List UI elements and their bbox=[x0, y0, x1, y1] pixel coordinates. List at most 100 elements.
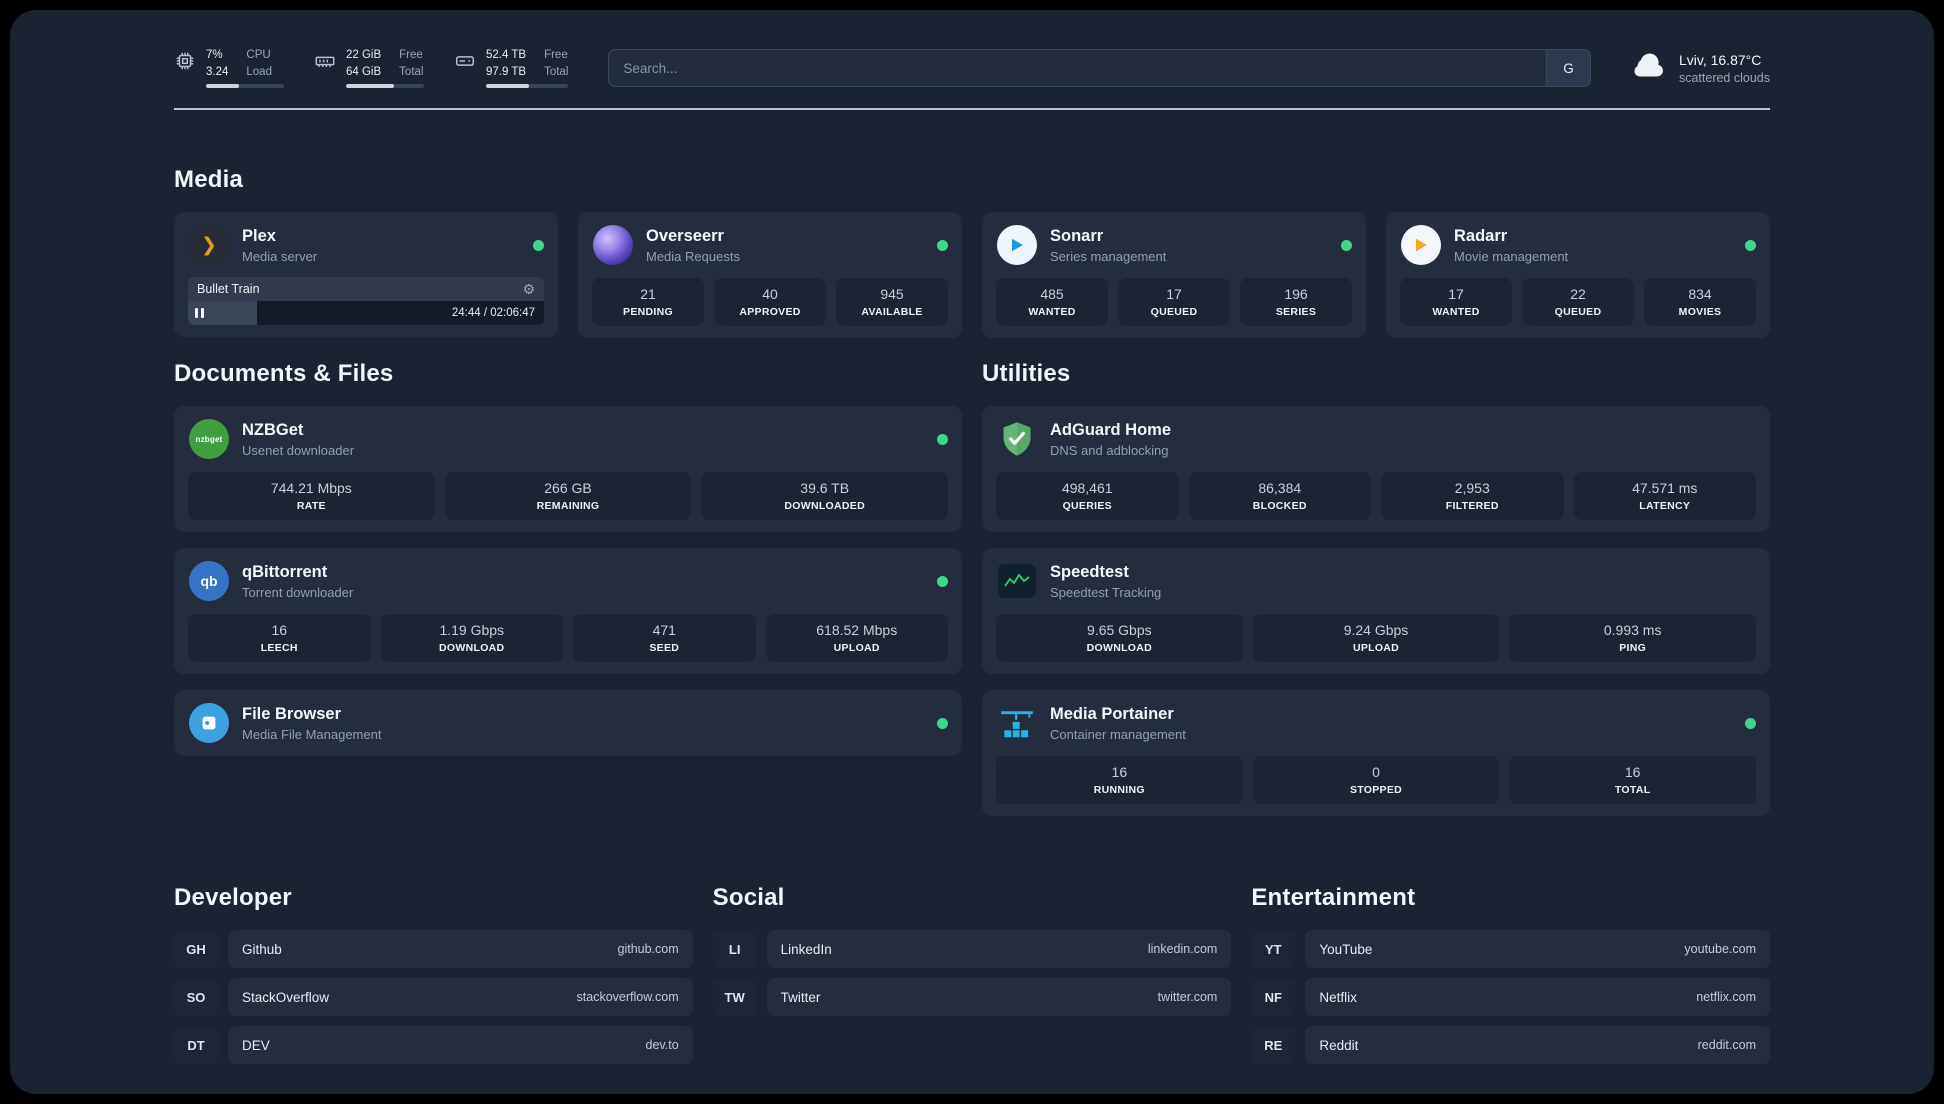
cpu-progress-bar bbox=[206, 83, 284, 88]
cpu-widget: 7% 3.24 CPU Load bbox=[174, 48, 284, 88]
stat-tile: 22 QUEUED bbox=[1522, 278, 1634, 326]
memory-progress-bar bbox=[346, 83, 424, 88]
bookmark-abbr: RE bbox=[1251, 1026, 1296, 1064]
service-description: Movie management bbox=[1454, 248, 1569, 264]
section-utilities: Utilities AdGuard Home DNS and adblockin… bbox=[982, 360, 1770, 816]
section-developer: Developer GH Github github.com SO StackO… bbox=[174, 884, 693, 1064]
stat-tile: 266 GB REMAINING bbox=[444, 472, 692, 520]
bookmark-netflix[interactable]: NF Netflix netflix.com bbox=[1251, 978, 1770, 1016]
service-card-portainer[interactable]: Media Portainer Container management 16 … bbox=[982, 690, 1770, 816]
stat-tile: 16 RUNNING bbox=[996, 756, 1243, 804]
bookmark-reddit[interactable]: RE Reddit reddit.com bbox=[1251, 1026, 1770, 1064]
service-card-speedtest[interactable]: Speedtest Speedtest Tracking 9.65 Gbps D… bbox=[982, 548, 1770, 674]
cpu-usage-value: 7% bbox=[206, 49, 223, 62]
bookmark-dev[interactable]: DT DEV dev.to bbox=[174, 1026, 693, 1064]
search-input[interactable] bbox=[609, 50, 1546, 86]
disk-widget: 52.4 TB 97.9 TB Free Total bbox=[454, 48, 569, 88]
service-card-radarr[interactable]: Radarr Movie management 17 WANTED 22 QUE… bbox=[1386, 212, 1770, 338]
topbar-divider bbox=[174, 108, 1770, 110]
section-entertainment: Entertainment YT YouTube youtube.com NF … bbox=[1251, 884, 1770, 1064]
filebrowser-icon bbox=[188, 702, 230, 744]
service-description: Media File Management bbox=[242, 726, 382, 742]
bookmark-name: YouTube bbox=[1319, 941, 1373, 957]
disk-free-value: 52.4 TB bbox=[486, 49, 527, 62]
search-provider-button[interactable]: G bbox=[1545, 50, 1590, 86]
stat-tile: 2,953 FILTERED bbox=[1381, 472, 1564, 520]
cpu-label: CPU bbox=[246, 49, 271, 62]
stat-tile: 485 WANTED bbox=[996, 278, 1108, 326]
status-online-dot bbox=[1745, 717, 1756, 729]
service-description: Series management bbox=[1050, 248, 1167, 264]
service-card-adguard[interactable]: AdGuard Home DNS and adblocking 498,461 … bbox=[982, 406, 1770, 532]
service-description: Media server bbox=[242, 248, 318, 264]
bookmark-name: Netflix bbox=[1319, 989, 1357, 1005]
stat-tile: 498,461 QUERIES bbox=[996, 472, 1179, 520]
bookmark-domain: reddit.com bbox=[1697, 1038, 1756, 1052]
bookmark-name: StackOverflow bbox=[242, 989, 330, 1005]
disk-progress-bar bbox=[486, 83, 569, 88]
stat-tile: 39.6 TB DOWNLOADED bbox=[701, 472, 949, 520]
service-description: DNS and adblocking bbox=[1050, 442, 1169, 458]
memory-widget: 22 GiB 64 GiB Free Total bbox=[314, 48, 424, 88]
stat-tile: 9.65 Gbps DOWNLOAD bbox=[996, 614, 1243, 662]
bookmark-domain: twitter.com bbox=[1157, 990, 1218, 1004]
pause-button[interactable] bbox=[195, 308, 204, 318]
bookmark-name: Github bbox=[242, 941, 282, 957]
bookmark-github[interactable]: GH Github github.com bbox=[174, 930, 693, 968]
system-resources: 7% 3.24 CPU Load 22 GiB 64 GiB Free Tota… bbox=[174, 48, 569, 88]
service-card-nzbget[interactable]: nzbget NZBGet Usenet downloader 744.21 M… bbox=[174, 406, 962, 532]
service-title: Sonarr bbox=[1050, 226, 1104, 245]
service-title: File Browser bbox=[242, 704, 342, 723]
bookmark-name: Reddit bbox=[1319, 1037, 1359, 1053]
bookmark-name: DEV bbox=[242, 1037, 270, 1053]
service-description: Container management bbox=[1050, 726, 1186, 742]
overseerr-icon bbox=[592, 224, 634, 266]
stat-tile: 47.571 ms LATENCY bbox=[1573, 472, 1756, 520]
stat-tile: 9.24 Gbps UPLOAD bbox=[1252, 614, 1500, 662]
status-online-dot bbox=[1341, 239, 1352, 251]
service-card-plex[interactable]: ❯ Plex Media server Bullet Train ⚙ 24:44… bbox=[174, 212, 558, 337]
section-title-utilities: Utilities bbox=[982, 360, 1071, 387]
weather-description: scattered clouds bbox=[1678, 70, 1770, 85]
service-title: Plex bbox=[242, 226, 276, 245]
gear-icon[interactable]: ⚙ bbox=[522, 282, 535, 296]
service-card-qbittorrent[interactable]: qb qBittorrent Torrent downloader 16 LEE… bbox=[174, 548, 962, 674]
stat-tile: 16 LEECH bbox=[188, 614, 371, 662]
bookmark-domain: linkedin.com bbox=[1147, 942, 1218, 956]
stat-tile: 16 TOTAL bbox=[1509, 756, 1757, 804]
service-card-filebrowser[interactable]: File Browser Media File Management bbox=[174, 690, 962, 756]
stat-tile: 471 SEED bbox=[573, 614, 756, 662]
bookmark-twitter[interactable]: TW Twitter twitter.com bbox=[712, 978, 1232, 1016]
bookmark-youtube[interactable]: YT YouTube youtube.com bbox=[1251, 930, 1770, 968]
disk-total-value: 97.9 TB bbox=[486, 65, 527, 78]
dashboard: 7% 3.24 CPU Load 22 GiB 64 GiB Free Tota… bbox=[10, 10, 1934, 1094]
section-title-social: Social bbox=[712, 884, 785, 911]
service-title: NZBGet bbox=[242, 420, 304, 439]
memory-total-label: Total bbox=[399, 65, 424, 78]
bookmark-abbr: GH bbox=[174, 930, 218, 968]
section-title-documents: Documents & Files bbox=[174, 360, 394, 387]
bookmark-abbr: SO bbox=[174, 978, 218, 1016]
bookmark-abbr: DT bbox=[174, 1026, 218, 1064]
speedtest-graph-icon bbox=[996, 560, 1038, 602]
bookmark-abbr: NF bbox=[1251, 978, 1296, 1016]
service-description: Media Requests bbox=[646, 248, 740, 264]
bookmark-stackoverflow[interactable]: SO StackOverflow stackoverflow.com bbox=[174, 978, 693, 1016]
section-documents: Documents & Files nzbget NZBGet Usenet d… bbox=[174, 360, 962, 756]
cpu-load-value: 3.24 bbox=[206, 65, 229, 78]
section-title-entertainment: Entertainment bbox=[1251, 884, 1416, 911]
bookmark-linkedin[interactable]: LI LinkedIn linkedin.com bbox=[712, 930, 1232, 968]
memory-total-value: 64 GiB bbox=[346, 65, 382, 78]
qbittorrent-icon: qb bbox=[188, 560, 230, 602]
portainer-crane-icon bbox=[996, 702, 1038, 744]
plex-icon: ❯ bbox=[188, 224, 230, 266]
service-title: Media Portainer bbox=[1050, 704, 1174, 723]
service-title: Radarr bbox=[1454, 226, 1508, 245]
cpu-icon bbox=[174, 50, 196, 72]
service-title: AdGuard Home bbox=[1050, 420, 1172, 439]
stat-tile: 744.21 Mbps RATE bbox=[188, 472, 435, 520]
stat-tile: 86,384 BLOCKED bbox=[1188, 472, 1371, 520]
service-title: qBittorrent bbox=[242, 562, 328, 581]
service-card-sonarr[interactable]: Sonarr Series management 485 WANTED 17 Q… bbox=[982, 212, 1366, 338]
service-card-overseerr[interactable]: Overseerr Media Requests 21 PENDING 40 A… bbox=[578, 212, 962, 338]
